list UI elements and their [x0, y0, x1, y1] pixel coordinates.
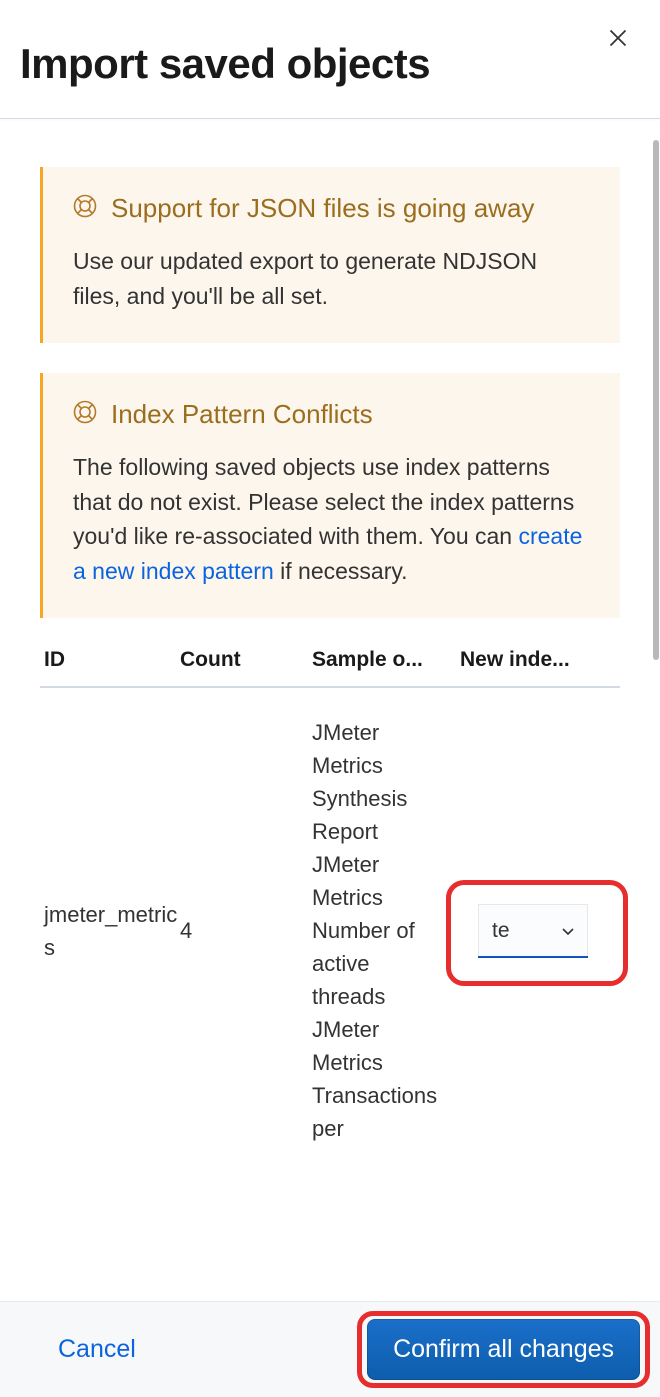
callout-title: Support for JSON files is going away: [111, 191, 534, 226]
callout-body-text-pre: The following saved objects use index pa…: [73, 454, 574, 549]
table-header-id: ID: [40, 648, 180, 672]
table-header-sample: Sample o...: [312, 648, 460, 672]
flyout-footer: Cancel Confirm all changes: [0, 1301, 660, 1397]
callout-json-deprecation: Support for JSON files is going away Use…: [40, 167, 620, 343]
chevron-down-icon: [560, 923, 576, 939]
flyout-content: Support for JSON files is going away Use…: [0, 119, 660, 1145]
flyout-header: Import saved objects: [0, 0, 660, 118]
table-cell-sample: JMeter Metrics Synthesis Report JMeter M…: [312, 716, 460, 1145]
table-row: jmeter_metrics 4 JMeter Metrics Synthesi…: [40, 688, 620, 1145]
table-cell-count: 4: [180, 914, 312, 947]
table-cell-id: jmeter_metrics: [40, 898, 180, 964]
close-button[interactable]: [608, 28, 628, 48]
callout-body: Use our updated export to generate NDJSO…: [73, 244, 590, 313]
scrollbar-track[interactable]: [652, 140, 660, 1297]
index-pattern-select[interactable]: te: [478, 904, 588, 958]
callout-header: Index Pattern Conflicts: [73, 397, 590, 432]
scrollbar-thumb[interactable]: [653, 140, 659, 660]
table-cell-new-index: te: [460, 904, 620, 958]
select-wrap: te: [460, 904, 620, 958]
cancel-button[interactable]: Cancel: [58, 1335, 136, 1364]
close-icon: [608, 28, 628, 48]
callout-body-text-post: if necessary.: [274, 558, 408, 584]
select-value: te: [492, 915, 510, 947]
callout-index-conflicts: Index Pattern Conflicts The following sa…: [40, 373, 620, 618]
callout-body: The following saved objects use index pa…: [73, 450, 590, 588]
page-title: Import saved objects: [20, 40, 640, 88]
confirm-wrap: Confirm all changes: [367, 1319, 640, 1380]
confirm-all-changes-button[interactable]: Confirm all changes: [367, 1319, 640, 1380]
callout-title: Index Pattern Conflicts: [111, 397, 373, 432]
help-icon: [73, 400, 97, 424]
table-header-row: ID Count Sample o... New inde...: [40, 648, 620, 688]
help-icon: [73, 194, 97, 218]
conflicts-table: ID Count Sample o... New inde... jmeter_…: [40, 648, 620, 1145]
table-header-count: Count: [180, 648, 312, 672]
callout-header: Support for JSON files is going away: [73, 191, 590, 226]
table-header-new-index: New inde...: [460, 648, 620, 672]
